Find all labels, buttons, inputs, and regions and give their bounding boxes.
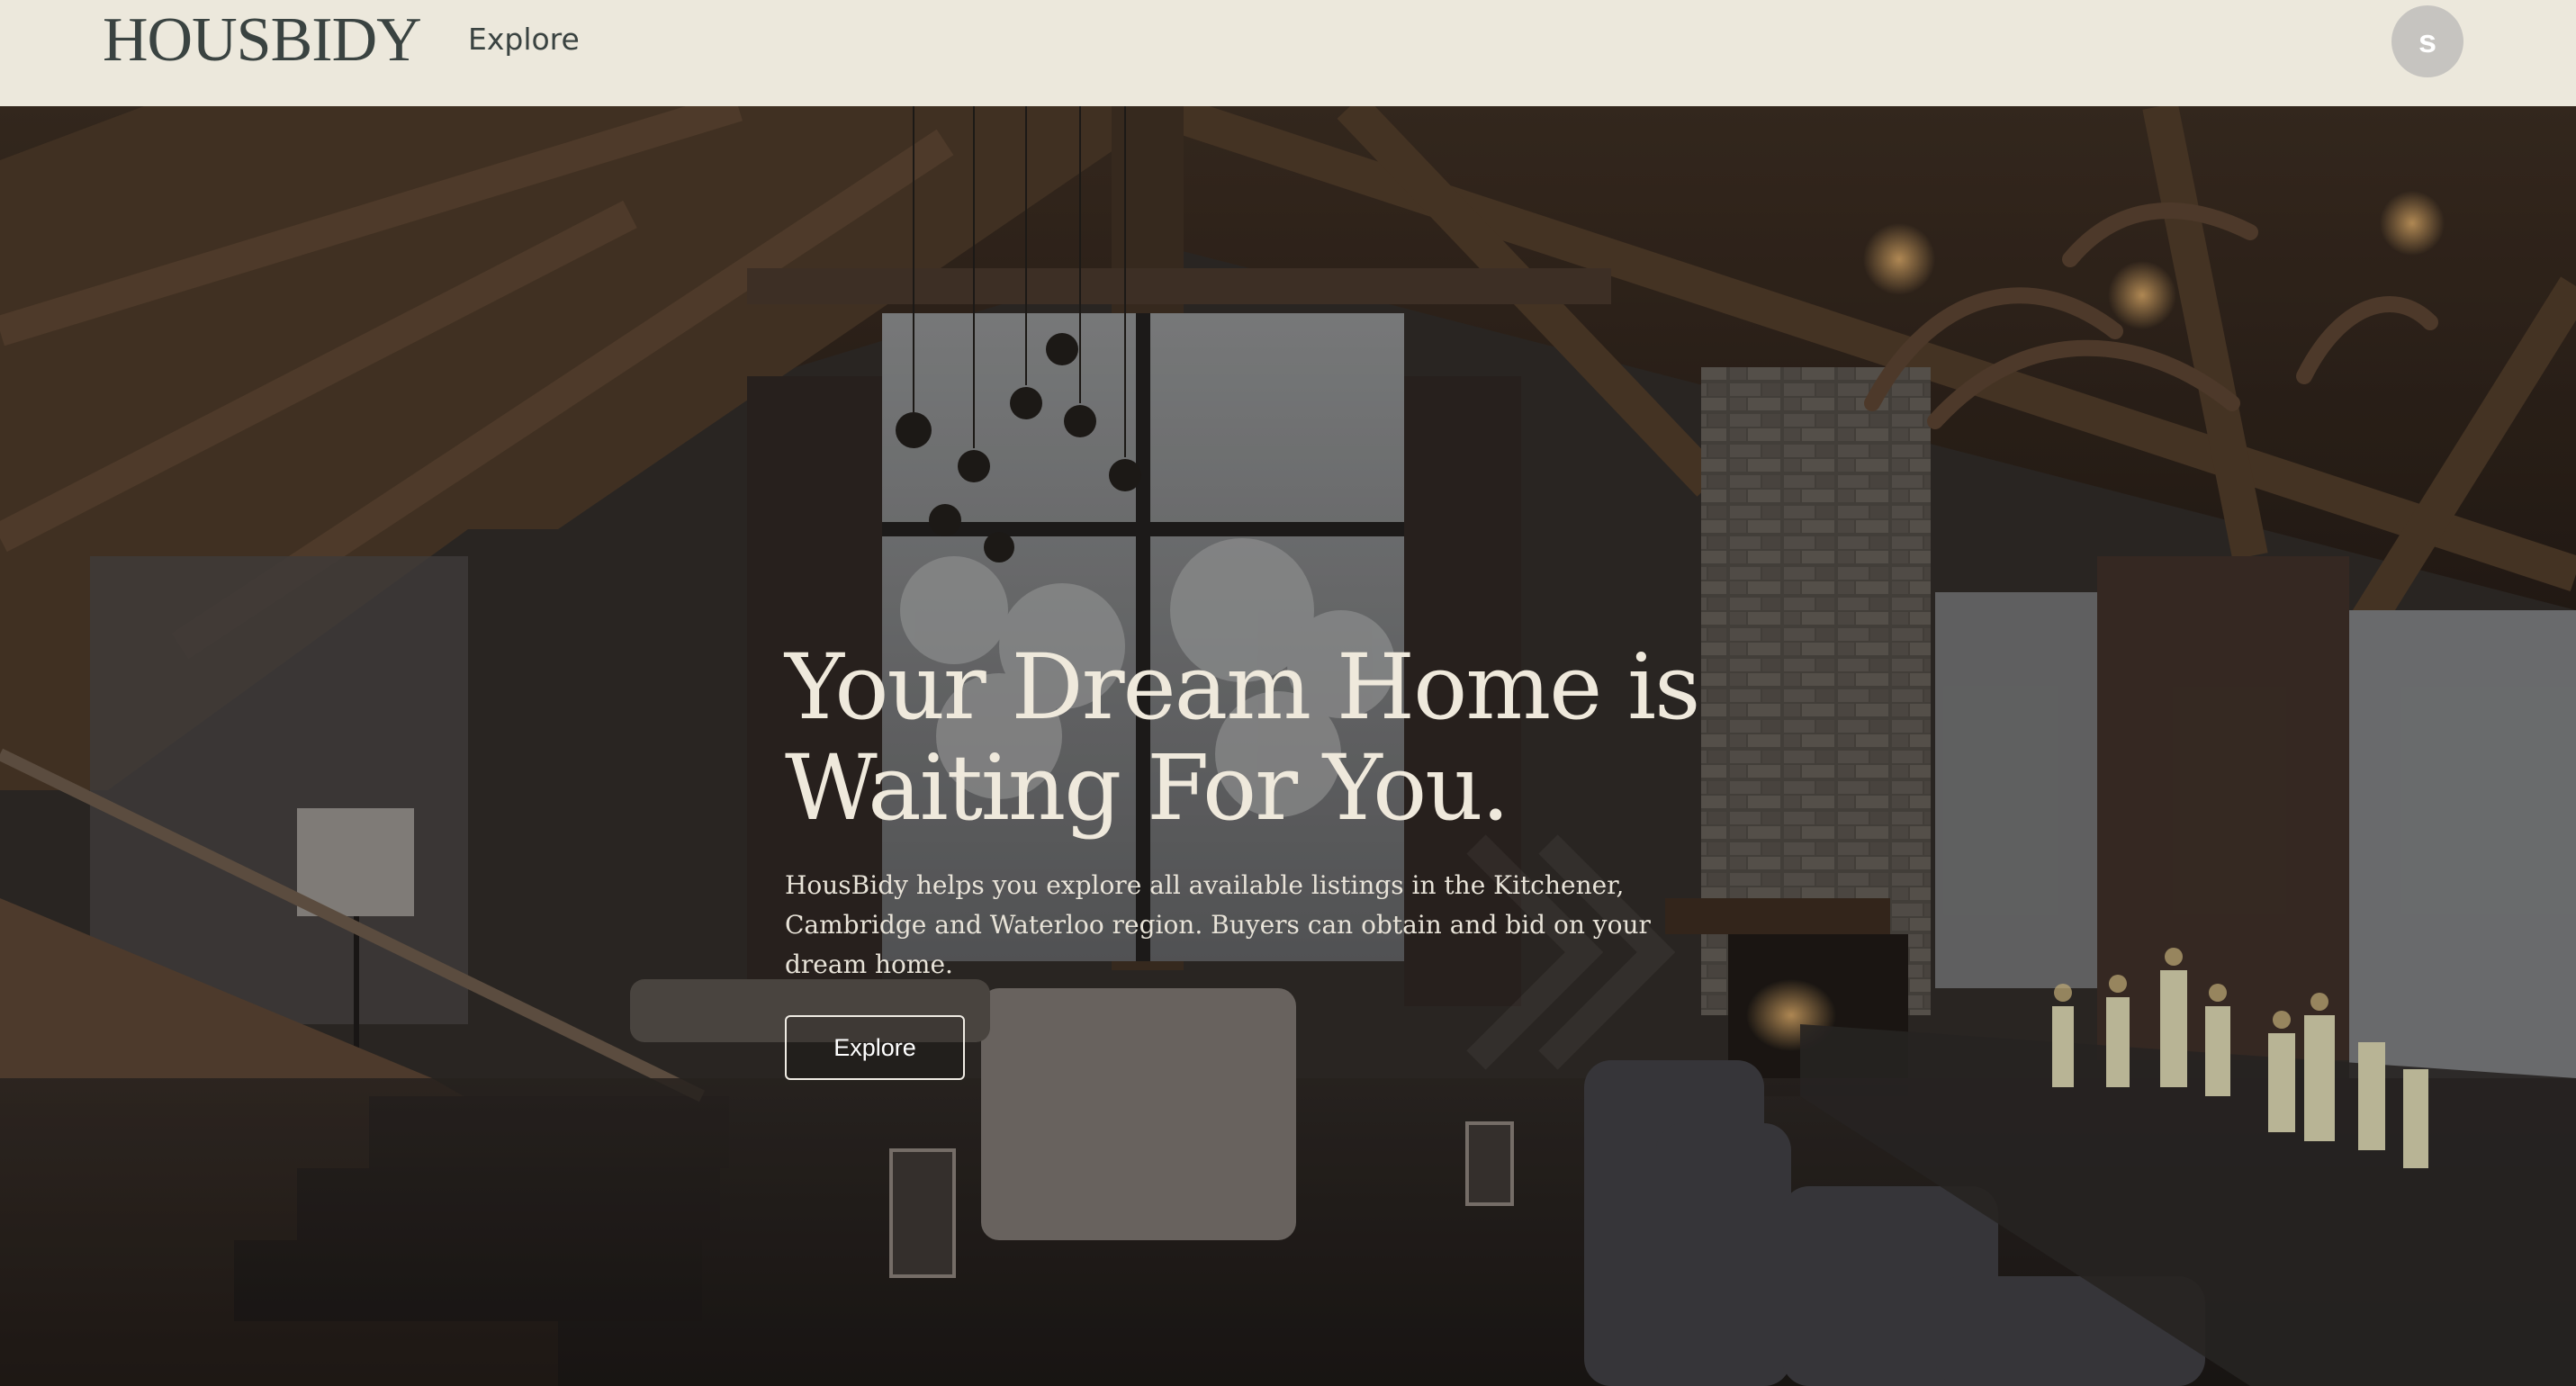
hero-explore-button[interactable]: Explore: [785, 1015, 965, 1080]
brand-logo[interactable]: HOUSBIDY: [103, 9, 422, 72]
hero-section: Your Dream Home is Waiting For You. Hous…: [0, 106, 2576, 1386]
top-navbar: HOUSBIDY Explore s: [0, 0, 2576, 106]
hero-title-line-2: Waiting For You.: [785, 735, 1509, 841]
hero-description: HousBidy helps you explore all available…: [785, 870, 1651, 979]
hero-title-line-1: Your Dream Home is: [785, 634, 1700, 740]
hero-title: Your Dream Home is Waiting For You.: [785, 637, 1811, 839]
user-avatar[interactable]: s: [2391, 5, 2463, 77]
nav-explore-link[interactable]: Explore: [468, 22, 580, 57]
hero-content: Your Dream Home is Waiting For You. Hous…: [785, 637, 1811, 1080]
